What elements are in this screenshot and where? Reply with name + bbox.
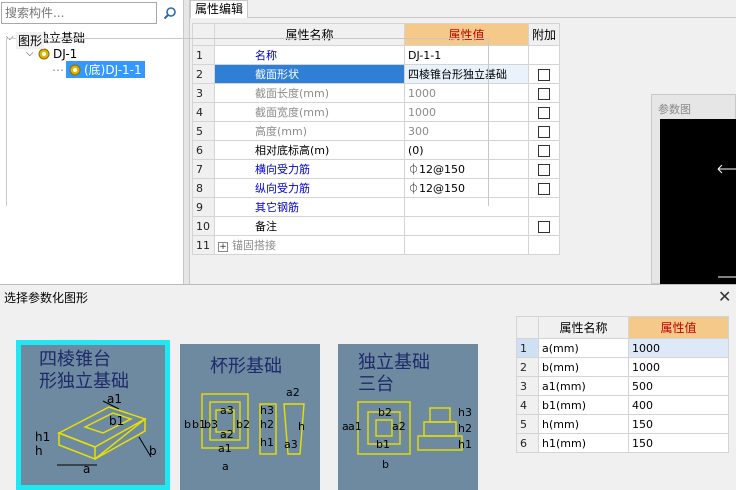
table-row[interactable]: 5 h(mm) 150 (516, 414, 729, 434)
param-value[interactable]: 400 (628, 395, 729, 415)
dim-label: h (35, 444, 43, 458)
param-name: h1(mm) (538, 433, 629, 453)
dim-label: a1 (348, 420, 362, 433)
dim-label: b2 (378, 406, 392, 419)
param-name: a1(mm) (538, 376, 629, 396)
attach-checkbox[interactable] (538, 182, 550, 195)
table-row[interactable]: 6 h1(mm) 150 (516, 433, 729, 453)
dim-label: h3 (458, 406, 472, 419)
dim-label: b (184, 418, 191, 431)
close-button[interactable]: ✕ (718, 287, 731, 306)
dim-label: b (149, 444, 157, 458)
shape-group-box (6, 38, 489, 206)
attach-checkbox[interactable] (538, 125, 550, 138)
table-row[interactable]: 10 备注 (192, 216, 561, 236)
param-value[interactable]: 1000 (628, 357, 729, 377)
column-header: 附加 (527, 23, 561, 46)
dim-label: a2 (220, 428, 234, 441)
param-value[interactable]: 500 (628, 376, 729, 396)
dialog-title: 选择参数化图形 (4, 291, 89, 305)
dim-label: a1 (218, 442, 232, 455)
property-name: 备注 (214, 216, 405, 236)
dim-label: h1 (458, 438, 472, 451)
param-value[interactable]: 150 (628, 414, 729, 434)
dim-label: b1 (109, 414, 124, 428)
dim-label: h1 (35, 430, 50, 444)
shape-thumb-cup-foundation[interactable]: 杯形基础 a2 b b1 b3 a3 b2 a2 a1 a h3 h2 h1 h… (180, 344, 320, 490)
param-name: b1(mm) (538, 395, 629, 415)
pyramid-frustum-diagram: a1 b1 h1 h a b (35, 392, 157, 476)
dim-label: h2 (458, 422, 472, 435)
three-step-diagram: a a1 b2 a2 b1 b h3 h2 h1 (342, 401, 472, 471)
dim-label: h2 (260, 418, 274, 431)
property-name: + 锚固搭接 (214, 235, 405, 255)
param-name: b(mm) (538, 357, 629, 377)
property-value[interactable] (404, 235, 529, 255)
cup-foundation-diagram: a2 b b1 b3 a3 b2 a2 a1 a h3 h2 h1 h a3 (184, 386, 305, 473)
column-header: 属性名称 (538, 316, 629, 339)
table-row[interactable]: 11 + 锚固搭接 (192, 235, 561, 255)
search-input[interactable] (1, 2, 157, 24)
dim-label: b (382, 458, 389, 471)
table-row[interactable]: 4 b1(mm) 400 (516, 395, 729, 415)
dim-label: a (83, 462, 90, 476)
param-value[interactable]: 150 (628, 433, 729, 453)
attach-checkbox[interactable] (538, 68, 550, 81)
property-value[interactable] (404, 216, 529, 236)
dim-label: a2 (286, 386, 300, 399)
dim-label: a3 (284, 438, 298, 451)
panel-title: 参数图 (658, 103, 691, 116)
dim-label: b1 (376, 438, 390, 451)
parameter-diagram-canvas (660, 119, 736, 285)
dim-label: a3 (220, 404, 234, 417)
tab-strip: 属性编辑 (190, 0, 736, 18)
dim-label: a1 (107, 392, 122, 406)
attach-checkbox[interactable] (538, 220, 550, 233)
tab-property-edit[interactable]: 属性编辑 (190, 0, 249, 18)
dim-label: h3 (260, 404, 274, 417)
table-row[interactable]: 1 a(mm) 1000 (516, 338, 729, 358)
group-label: 图形 (16, 32, 45, 49)
dim-label: b2 (236, 418, 250, 431)
shape-thumb-three-step-foundation[interactable]: 独立基础 三台 a a1 b2 a2 b1 b h3 h2 h1 (338, 344, 478, 490)
dim-label: h1 (260, 436, 274, 449)
table-row[interactable]: 2 b(mm) 1000 (516, 357, 729, 377)
attach-checkbox[interactable] (538, 87, 550, 100)
shape-thumb-pyramid-frustum[interactable]: 四棱锥台 形独立基础 a1 b1 h1 h a b (16, 340, 170, 490)
dim-label: b3 (204, 418, 218, 431)
dim-label: h (298, 420, 305, 433)
column-header: 属性值 (628, 316, 729, 339)
search-icon (163, 7, 176, 20)
param-value[interactable]: 1000 (628, 338, 729, 358)
attach-checkbox[interactable] (538, 106, 550, 119)
table-row[interactable]: 3 a1(mm) 500 (516, 376, 729, 396)
grid-header: 属性名称 属性值 (516, 316, 729, 339)
param-name: h(mm) (538, 414, 629, 434)
search-button[interactable] (158, 2, 182, 24)
dim-label: a (222, 460, 229, 473)
close-icon: ✕ (718, 287, 732, 306)
attach-checkbox[interactable] (538, 144, 550, 157)
attach-checkbox[interactable] (538, 163, 550, 176)
param-name: a(mm) (538, 338, 629, 358)
dim-label: a2 (392, 420, 406, 433)
parameter-table: 属性名称 属性值 1 a(mm) 1000 2 b(mm) 1000 3 a1(… (516, 316, 729, 453)
diagram-preview (717, 164, 736, 278)
expand-icon[interactable]: + (218, 242, 228, 252)
parameter-diagram-panel: 参数图 (651, 94, 736, 285)
